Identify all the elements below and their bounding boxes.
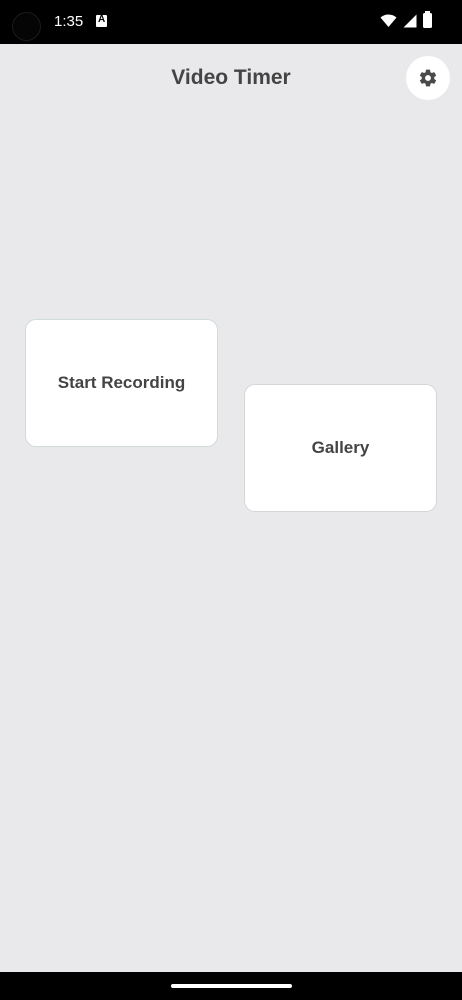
camera-cutout [12,12,41,41]
status-icons [380,11,432,28]
page-title: Video Timer [171,66,291,89]
text-app-icon [96,14,107,27]
start-recording-button[interactable]: Start Recording [25,319,218,447]
home-gesture-handle[interactable] [171,984,292,988]
settings-button[interactable] [406,56,450,100]
cellular-signal-icon [403,14,417,27]
wifi-icon [380,14,397,27]
gallery-label: Gallery [311,438,370,457]
gallery-button[interactable]: Gallery [244,384,437,512]
app-bar: Video Timer [0,44,462,114]
status-time: 1:35 [54,13,84,30]
gear-icon [419,69,437,87]
status-bar: 1:35 [0,0,462,44]
start-recording-label: Start Recording [57,373,186,392]
navigation-bar [0,972,462,1000]
battery-icon [423,11,432,28]
